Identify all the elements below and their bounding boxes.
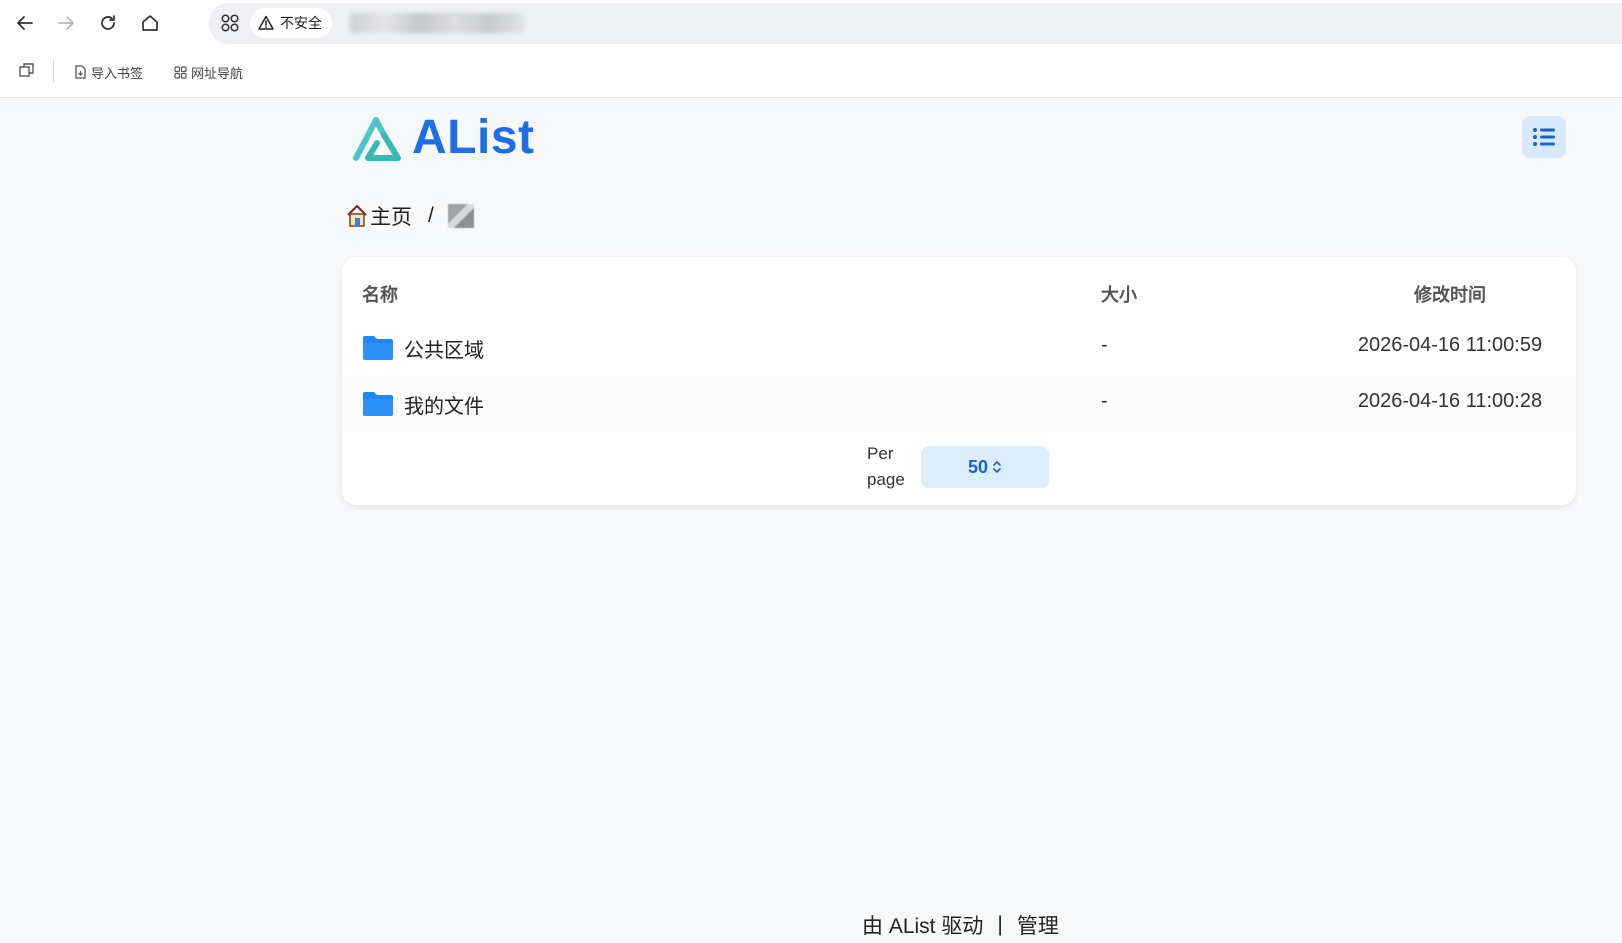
breadcrumb-separator: / bbox=[428, 204, 434, 227]
file-size: - bbox=[1101, 390, 1108, 412]
file-modified: 2026-04-16 11:00:59 bbox=[1357, 334, 1543, 356]
footer-separator: | bbox=[997, 913, 1003, 936]
folder-icon bbox=[363, 392, 393, 416]
forward-arrow-icon[interactable] bbox=[51, 8, 81, 38]
bookmark-import-label: 导入书签 bbox=[91, 65, 144, 81]
back-arrow-icon[interactable] bbox=[10, 8, 40, 38]
url-text-redacted[interactable] bbox=[350, 13, 525, 33]
grid-icon bbox=[174, 65, 187, 79]
file-list: 名称 大小 修改时间 公共区域 - 2026-04-16 11:00:59 我的… bbox=[342, 257, 1576, 505]
table-row[interactable]: 我的文件 - 2026-04-16 11:00:28 bbox=[342, 376, 1576, 432]
column-header-name[interactable]: 名称 bbox=[362, 281, 398, 307]
column-header-modified[interactable]: 修改时间 bbox=[1362, 281, 1538, 307]
reload-icon[interactable] bbox=[93, 8, 123, 38]
list-view-button[interactable] bbox=[1522, 116, 1566, 158]
document-import-icon bbox=[75, 65, 86, 79]
breadcrumb: 主页 / bbox=[346, 200, 474, 232]
table-row[interactable]: 公共区域 - 2026-04-16 11:00:59 bbox=[342, 320, 1576, 376]
bookmark-import[interactable]: 导入书签 bbox=[74, 62, 143, 82]
folder-icon bbox=[363, 336, 393, 360]
per-page-label: Per page bbox=[867, 444, 905, 489]
file-size: - bbox=[1101, 334, 1108, 356]
chevron-updown-icon bbox=[993, 461, 1001, 473]
file-name[interactable]: 我的文件 bbox=[404, 390, 484, 419]
file-name[interactable]: 公共区域 bbox=[404, 334, 484, 363]
house-icon[interactable] bbox=[346, 204, 368, 228]
apps-grid-icon[interactable] bbox=[218, 11, 242, 35]
powered-by-link[interactable]: 由 AList 驱动 bbox=[862, 910, 983, 940]
home-icon[interactable] bbox=[135, 8, 165, 38]
warning-icon bbox=[258, 15, 274, 30]
site-logo[interactable]: AList bbox=[352, 112, 535, 164]
per-page-value: 50 bbox=[967, 456, 989, 477]
tab-switch-icon[interactable] bbox=[18, 62, 36, 80]
browser-toolbar: 不安全 bbox=[0, 0, 1622, 46]
file-modified: 2026-04-16 11:00:28 bbox=[1357, 390, 1543, 412]
security-label: 不安全 bbox=[280, 15, 322, 31]
security-indicator[interactable]: 不安全 bbox=[250, 8, 332, 38]
bookmark-navigation-label: 网址导航 bbox=[191, 65, 244, 81]
breadcrumb-current-redacted[interactable] bbox=[447, 204, 474, 228]
bookmarks-bar: 导入书签 网址导航 bbox=[0, 46, 1622, 98]
list-icon bbox=[1533, 128, 1555, 146]
column-header-size[interactable]: 大小 bbox=[1101, 281, 1137, 307]
alist-logo-icon bbox=[353, 117, 401, 161]
logo-text: AList bbox=[412, 111, 535, 164]
bookmark-navigation[interactable]: 网址导航 bbox=[174, 62, 243, 82]
footer: 由 AList 驱动 | 管理 bbox=[862, 910, 1059, 940]
admin-link[interactable]: 管理 bbox=[1017, 910, 1059, 940]
per-page-select[interactable]: 50 bbox=[921, 446, 1049, 488]
breadcrumb-home[interactable]: 主页 bbox=[370, 201, 412, 231]
bookmarks-divider bbox=[53, 60, 54, 82]
